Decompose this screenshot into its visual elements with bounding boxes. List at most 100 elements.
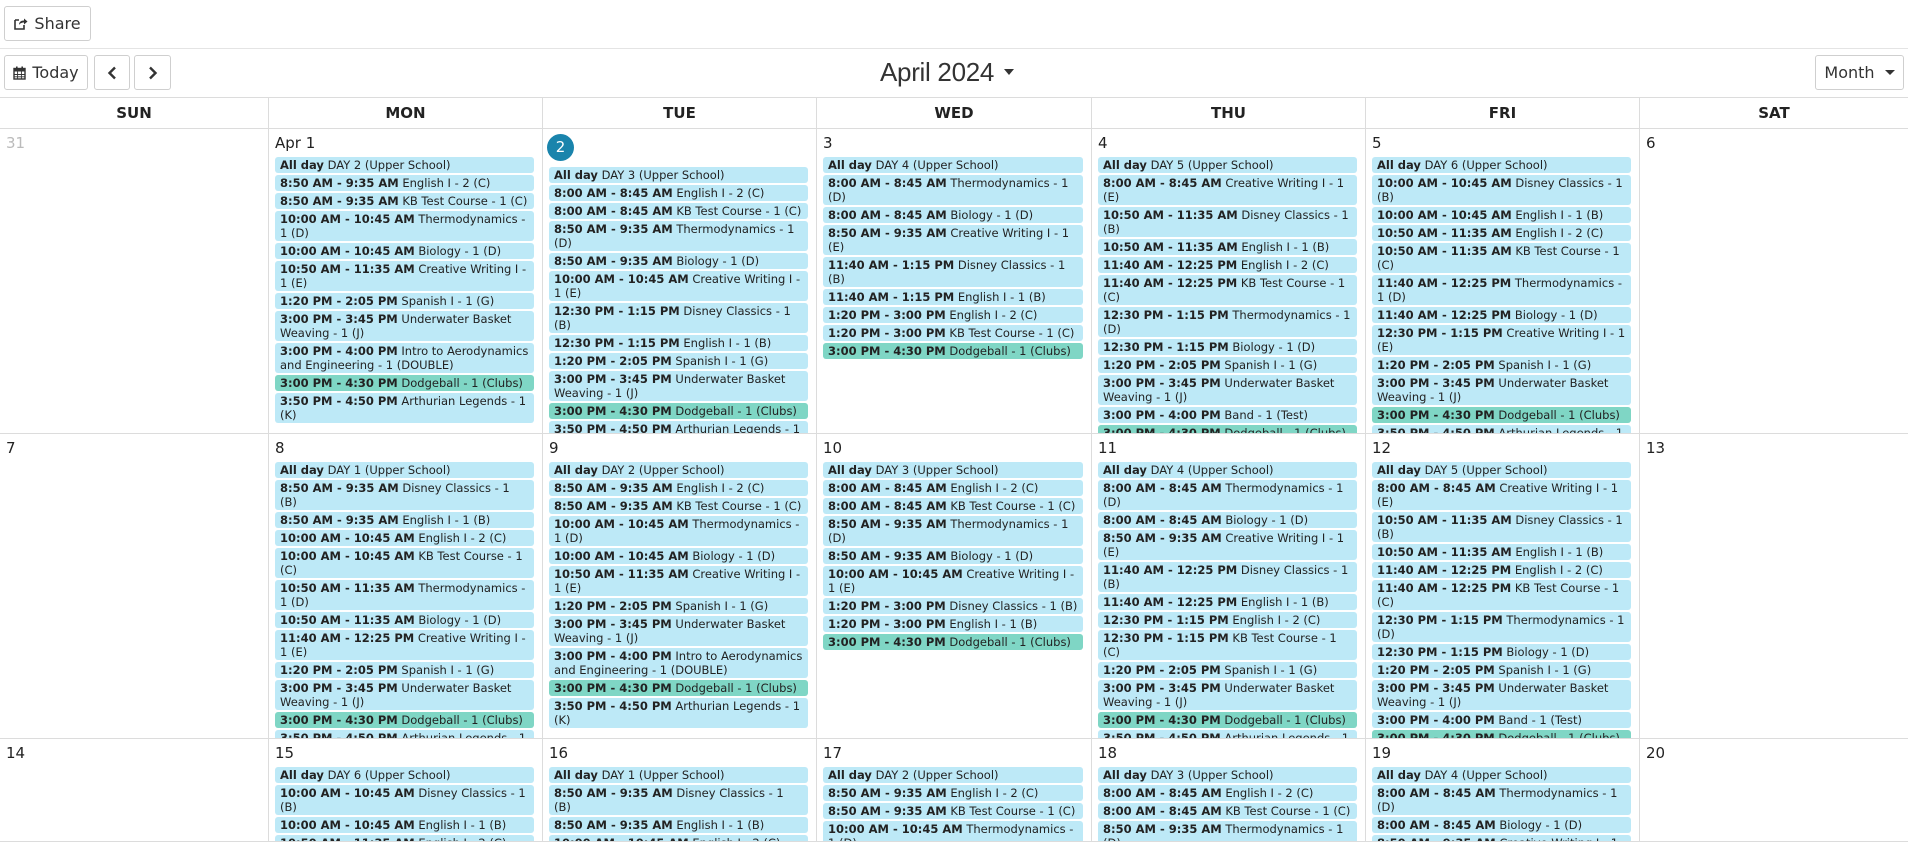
calendar-event[interactable]: All day DAY 1 (Upper School) (275, 462, 534, 478)
calendar-event[interactable]: 11:40 AM - 12:25 PM KB Test Course - 1 (… (1098, 275, 1357, 305)
day-number[interactable]: 3 (823, 134, 833, 152)
calendar-event[interactable]: 3:00 PM - 4:30 PM Dodgeball - 1 (Clubs) (549, 680, 808, 696)
calendar-event[interactable]: 12:30 PM - 1:15 PM KB Test Course - 1 (C… (1098, 630, 1357, 660)
calendar-event[interactable]: 10:00 AM - 10:45 AM KB Test Course - 1 (… (275, 548, 534, 578)
day-cell[interactable]: 5 All day DAY 6 (Upper School) 10:00 AM - … (1366, 129, 1640, 434)
calendar-event[interactable]: 3:00 PM - 3:45 PM Underwater Basket Weav… (1372, 680, 1631, 710)
calendar-event[interactable]: 8:00 AM - 8:45 AM Thermodynamics - 1 (D) (1372, 785, 1631, 815)
calendar-event[interactable]: 11:40 AM - 12:25 PM Biology - 1 (D) (1372, 307, 1631, 323)
calendar-event[interactable]: 3:00 PM - 3:45 PM Underwater Basket Weav… (1098, 680, 1357, 710)
day-number[interactable]: 19 (1372, 744, 1391, 762)
day-number[interactable]: 18 (1098, 744, 1117, 762)
calendar-event[interactable]: 1:20 PM - 2:05 PM Spanish I - 1 (G) (1098, 357, 1357, 373)
calendar-event[interactable]: All day DAY 3 (Upper School) (549, 167, 808, 183)
calendar-event[interactable]: All day DAY 2 (Upper School) (275, 157, 534, 173)
day-cell[interactable]: 16 All day DAY 1 (Upper School) 8:50 AM - … (543, 739, 817, 842)
today-button[interactable]: Today (4, 55, 88, 90)
day-cell[interactable]: 11 All day DAY 4 (Upper School) 8:00 AM - … (1092, 434, 1366, 739)
day-cell[interactable]: 18 All day DAY 3 (Upper School) 8:00 AM - … (1092, 739, 1366, 842)
calendar-event[interactable]: 8:50 AM - 9:35 AM Biology - 1 (D) (823, 548, 1083, 564)
day-number[interactable]: 14 (6, 744, 25, 762)
calendar-event[interactable]: 3:00 PM - 4:00 PM Intro to Aerodynamics … (275, 343, 534, 373)
day-number[interactable]: 10 (823, 439, 842, 457)
calendar-event[interactable]: 10:50 AM - 11:35 AM KB Test Course - 1 (… (1372, 243, 1631, 273)
calendar-event[interactable]: 8:00 AM - 8:45 AM Biology - 1 (D) (1098, 512, 1357, 528)
calendar-event[interactable]: 8:50 AM - 9:35 AM Biology - 1 (D) (549, 253, 808, 269)
calendar-event[interactable]: 8:00 AM - 8:45 AM Thermodynamics - 1 (D) (823, 175, 1083, 205)
day-number[interactable]: 13 (1646, 439, 1665, 457)
calendar-event[interactable]: 11:40 AM - 1:15 PM Disney Classics - 1 (… (823, 257, 1083, 287)
calendar-event[interactable]: 10:00 AM - 10:45 AM Thermodynamics - 1 (… (275, 211, 534, 241)
calendar-event[interactable]: 8:00 AM - 8:45 AM English I - 2 (C) (1098, 785, 1357, 801)
month-picker-caret-icon[interactable] (1004, 69, 1014, 75)
day-cell[interactable]: 19 All day DAY 4 (Upper School) 8:00 AM - … (1366, 739, 1640, 842)
calendar-event[interactable]: 8:50 AM - 9:35 AM English I - 2 (C) (823, 785, 1083, 801)
calendar-event[interactable]: 10:00 AM - 10:45 AM Creative Writing I -… (549, 271, 808, 301)
calendar-event[interactable]: 11:40 AM - 1:15 PM English I - 1 (B) (823, 289, 1083, 305)
calendar-event[interactable]: 3:00 PM - 4:30 PM Dodgeball - 1 (Clubs) (1372, 730, 1631, 738)
day-number[interactable]: 7 (6, 439, 16, 457)
calendar-event[interactable]: 8:50 AM - 9:35 AM Creative Writing I - 1… (1098, 530, 1357, 560)
calendar-event[interactable]: 11:40 AM - 12:25 PM KB Test Course - 1 (… (1372, 580, 1631, 610)
day-cell[interactable]: 2 All day DAY 3 (Upper School) 8:00 AM - 8… (543, 129, 817, 434)
calendar-event[interactable]: 10:50 AM - 11:35 AM English I - 1 (B) (1098, 239, 1357, 255)
day-cell[interactable]: 12 All day DAY 5 (Upper School) 8:00 AM - … (1366, 434, 1640, 739)
prev-month-button[interactable] (94, 55, 130, 90)
calendar-event[interactable]: 10:00 AM - 10:45 AM English I - 2 (C) (275, 530, 534, 546)
day-number[interactable]: 17 (823, 744, 842, 762)
day-cell[interactable]: 9 All day DAY 2 (Upper School) 8:50 AM - 9… (543, 434, 817, 739)
calendar-event[interactable]: 10:00 AM - 10:45 AM English I - 2 (C) (549, 835, 808, 841)
day-number[interactable]: 20 (1646, 744, 1665, 762)
calendar-event[interactable]: 10:50 AM - 11:35 AM Creative Writing I -… (275, 261, 534, 291)
calendar-event[interactable]: 1:20 PM - 2:05 PM Spanish I - 1 (G) (549, 353, 808, 369)
calendar-event[interactable]: 8:00 AM - 8:45 AM Biology - 1 (D) (1372, 817, 1631, 833)
calendar-event[interactable]: 3:00 PM - 3:45 PM Underwater Basket Weav… (275, 311, 534, 341)
calendar-event[interactable]: 3:00 PM - 4:30 PM Dodgeball - 1 (Clubs) (823, 634, 1083, 650)
calendar-event[interactable]: 11:40 AM - 12:25 PM English I - 2 (C) (1372, 562, 1631, 578)
calendar-event[interactable]: 3:00 PM - 4:30 PM Dodgeball - 1 (Clubs) (275, 375, 534, 391)
day-cell[interactable]: 10 All day DAY 3 (Upper School) 8:00 AM - … (817, 434, 1092, 739)
calendar-event[interactable]: All day DAY 3 (Upper School) (823, 462, 1083, 478)
calendar-event[interactable]: 8:50 AM - 9:35 AM English I - 2 (C) (275, 175, 534, 191)
calendar-event[interactable]: 12:30 PM - 1:15 PM Disney Classics - 1 (… (549, 303, 808, 333)
share-button[interactable]: Share (4, 6, 91, 41)
calendar-event[interactable]: 8:50 AM - 9:35 AM KB Test Course - 1 (C) (823, 803, 1083, 819)
calendar-event[interactable]: 8:50 AM - 9:35 AM KB Test Course - 1 (C) (549, 498, 808, 514)
calendar-event[interactable]: 8:00 AM - 8:45 AM Thermodynamics - 1 (D) (1098, 480, 1357, 510)
calendar-event[interactable]: 1:20 PM - 2:05 PM Spanish I - 1 (G) (275, 293, 534, 309)
calendar-event[interactable]: 3:50 PM - 4:50 PM Arthurian Legends - 1 … (549, 421, 808, 433)
calendar-event[interactable]: 3:00 PM - 3:45 PM Underwater Basket Weav… (549, 616, 808, 646)
day-cell[interactable]: 7 (0, 434, 269, 739)
calendar-event[interactable]: 10:50 AM - 11:35 AM Thermodynamics - 1 (… (275, 580, 534, 610)
calendar-event[interactable]: 3:00 PM - 4:30 PM Dodgeball - 1 (Clubs) (1098, 425, 1357, 433)
calendar-event[interactable]: 3:00 PM - 4:30 PM Dodgeball - 1 (Clubs) (1098, 712, 1357, 728)
calendar-event[interactable]: 3:00 PM - 4:30 PM Dodgeball - 1 (Clubs) (1372, 407, 1631, 423)
calendar-event[interactable]: 10:00 AM - 10:45 AM Biology - 1 (D) (275, 243, 534, 259)
calendar-event[interactable]: 10:50 AM - 11:35 AM English I - 2 (C) (1372, 225, 1631, 241)
calendar-event[interactable]: 8:00 AM - 8:45 AM English I - 2 (C) (549, 185, 808, 201)
calendar-event[interactable]: 1:20 PM - 2:05 PM Spanish I - 1 (G) (549, 598, 808, 614)
calendar-event[interactable]: 12:30 PM - 1:15 PM Creative Writing I - … (1372, 325, 1631, 355)
calendar-event[interactable]: 1:20 PM - 3:00 PM English I - 2 (C) (823, 307, 1083, 323)
calendar-event[interactable]: 11:40 AM - 12:25 PM Creative Writing I -… (275, 630, 534, 660)
calendar-event[interactable]: 8:50 AM - 9:35 AM Disney Classics - 1 (B… (275, 480, 534, 510)
calendar-event[interactable]: 10:00 AM - 10:45 AM Disney Classics - 1 … (1372, 175, 1631, 205)
day-number[interactable]: 6 (1646, 134, 1656, 152)
day-number[interactable]: 31 (6, 134, 25, 152)
next-month-button[interactable] (134, 55, 171, 90)
calendar-event[interactable]: 8:50 AM - 9:35 AM Thermodynamics - 1 (D) (549, 221, 808, 251)
calendar-event[interactable]: 1:20 PM - 3:00 PM English I - 1 (B) (823, 616, 1083, 632)
day-cell[interactable]: 15 All day DAY 6 (Upper School) 10:00 AM -… (269, 739, 543, 842)
calendar-event[interactable]: 8:50 AM - 9:35 AM Thermodynamics - 1 (D) (823, 516, 1083, 546)
calendar-event[interactable]: All day DAY 2 (Upper School) (549, 462, 808, 478)
calendar-event[interactable]: 1:20 PM - 2:05 PM Spanish I - 1 (G) (1098, 662, 1357, 678)
calendar-event[interactable]: All day DAY 6 (Upper School) (275, 767, 534, 783)
day-number[interactable]: 16 (549, 744, 568, 762)
calendar-event[interactable]: 10:00 AM - 10:45 AM Creative Writing I -… (823, 566, 1083, 596)
day-number[interactable]: 8 (275, 439, 285, 457)
calendar-event[interactable]: 11:40 AM - 12:25 PM English I - 2 (C) (1098, 257, 1357, 273)
calendar-event[interactable]: 10:00 AM - 10:45 AM Thermodynamics - 1 (… (549, 516, 808, 546)
day-cell[interactable]: 31 (0, 129, 269, 434)
day-number[interactable]: 9 (549, 439, 559, 457)
month-title[interactable]: April 2024 (880, 57, 994, 88)
